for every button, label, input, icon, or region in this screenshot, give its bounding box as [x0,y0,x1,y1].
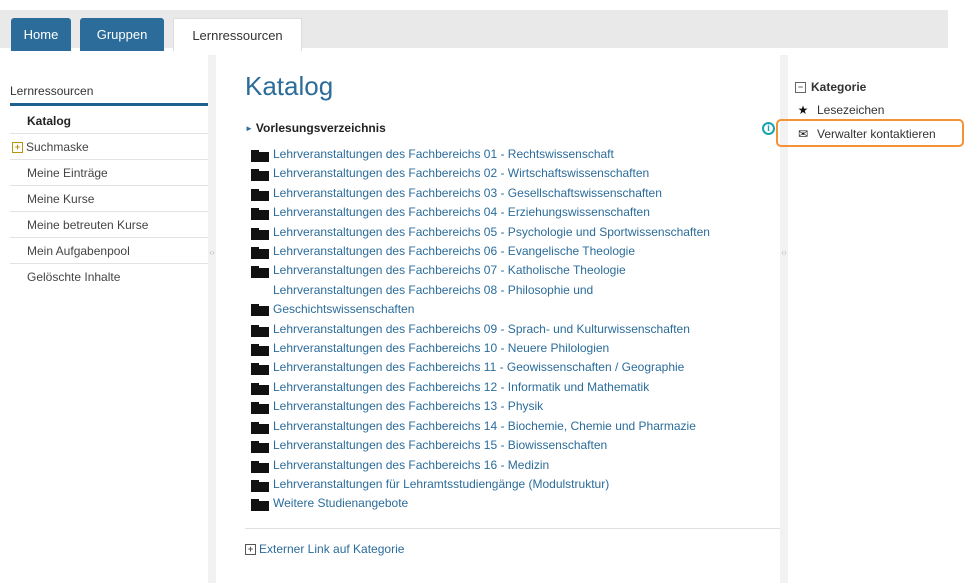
list-item-link[interactable]: Lehrveranstaltungen des Fachbereichs 01 … [273,147,614,161]
info-icon[interactable]: i [762,122,775,135]
folder-icon [251,266,269,279]
list-item-link[interactable]: Lehrveranstaltungen des Fachbereichs 10 … [273,341,609,355]
list-item[interactable]: Lehrveranstaltungen des Fachbereichs 07 … [248,261,778,280]
list-item[interactable]: Lehrveranstaltungen des Fachbereichs 05 … [248,223,778,242]
list-item[interactable]: Lehrveranstaltungen des Fachbereichs 04 … [248,203,778,222]
section-title: Vorlesungsverzeichnis [255,121,386,135]
sidebar-item-label: Meine betreuten Kurse [27,218,149,232]
page-title: Katalog [245,71,334,101]
list-item[interactable]: Lehrveranstaltungen für Lehramtsstudieng… [248,475,778,494]
category-label: Kategorie [811,80,867,94]
sidebar-item-aufgabenpool[interactable]: Mein Aufgabenpool [10,238,208,264]
folder-icon [251,382,269,395]
list-item-link[interactable]: Lehrveranstaltungen des Fachbereichs 03 … [273,186,662,200]
list-item[interactable]: Lehrveranstaltungen des Fachbereichs 03 … [248,184,778,203]
folder-icon [251,441,269,454]
list-item-link[interactable]: Lehrveranstaltungen des Fachbereichs 04 … [273,205,650,219]
list-item-link[interactable]: Lehrveranstaltungen des Fachbereichs 02 … [273,166,649,180]
folder-icon [251,150,269,162]
list-item[interactable]: Lehrveranstaltungen des Fachbereichs 12 … [248,378,778,397]
list-item-link[interactable]: Lehrveranstaltungen des Fachbereichs 07 … [273,263,626,277]
list-item[interactable]: Lehrveranstaltungen des Fachbereichs 01 … [248,145,778,164]
divider [245,528,780,529]
folder-icon [251,303,269,316]
grip-icon: ‹› [781,248,787,257]
sidebar-item-label: Suchmaske [26,140,89,154]
folder-icon [251,324,269,337]
folder-icon [251,188,269,201]
list-item[interactable]: Lehrveranstaltungen des Fachbereichs 14 … [248,417,778,436]
folder-icon [251,402,269,415]
expand-icon[interactable]: + [245,544,256,556]
section-header[interactable]: ► Vorlesungsverzeichnis [245,121,386,135]
list-item-link[interactable]: Lehrveranstaltungen des Fachbereichs 06 … [273,244,635,258]
list-item-link[interactable]: Lehrveranstaltungen des Fachbereichs 11 … [273,360,684,374]
list-item-link[interactable]: Lehrveranstaltungen des Fachbereichs 09 … [273,322,690,336]
list-item[interactable]: Lehrveranstaltungen des Fachbereichs 09 … [248,320,778,339]
folder-icon [251,460,269,473]
sidebar-item-meine-kurse[interactable]: Meine Kurse [10,186,208,212]
list-item[interactable]: Lehrveranstaltungen des Fachbereichs 13 … [248,397,778,416]
sidebar-item-geloeschte-inhalte[interactable]: Gelöschte Inhalte [10,264,208,290]
grip-icon: ‹› [209,248,215,257]
folder-icon [251,363,269,376]
folder-icon [251,499,269,512]
folder-icon [251,479,269,492]
list-item-link[interactable]: Lehrveranstaltungen des Fachbereichs 05 … [273,225,710,239]
bookmark-label: Lesezeichen [817,103,885,117]
list-item[interactable]: Weitere Studienangebote [248,494,778,513]
catalog-list: Lehrveranstaltungen des Fachbereichs 01 … [248,145,778,514]
list-item[interactable]: Lehrveranstaltungen des Fachbereichs 08 … [248,281,668,320]
star-icon: ★ [797,103,809,117]
list-item-link[interactable]: Lehrveranstaltungen des Fachbereichs 14 … [273,419,696,433]
folder-icon [251,344,269,357]
external-link-toggle[interactable]: + Externer Link auf Kategorie [245,542,404,556]
highlight-box [776,119,964,147]
expand-icon[interactable]: + [12,142,23,154]
list-item[interactable]: Lehrveranstaltungen des Fachbereichs 16 … [248,456,778,475]
top-tab-bar: Home Gruppen Lernressourcen [0,10,948,51]
folder-icon [251,247,269,260]
tab-lernressourcen[interactable]: Lernressourcen [173,18,302,51]
list-item[interactable]: Lehrveranstaltungen des Fachbereichs 02 … [248,164,778,183]
list-item-link[interactable]: Lehrveranstaltungen des Fachbereichs 15 … [273,438,607,452]
list-item-link[interactable]: Lehrveranstaltungen des Fachbereichs 13 … [273,399,543,413]
triangle-icon: ► [245,124,253,133]
sidebar-heading: Lernressourcen [10,80,208,106]
category-header[interactable]: − Kategorie [795,80,866,94]
sidebar-item-meine-eintraege[interactable]: Meine Einträge [10,160,208,186]
sidebar-item-katalog[interactable]: Katalog [10,108,208,134]
sidebar-item-label: Gelöschte Inhalte [27,270,121,284]
sidebar-item-label: Meine Kurse [27,192,95,206]
tab-gruppen[interactable]: Gruppen [80,18,164,51]
list-item[interactable]: Lehrveranstaltungen des Fachbereichs 15 … [248,436,778,455]
list-item-link[interactable]: Lehrveranstaltungen für Lehramtsstudieng… [273,477,609,491]
folder-icon [251,227,269,240]
list-item[interactable]: Lehrveranstaltungen des Fachbereichs 11 … [248,358,778,377]
sidebar-item-label: Katalog [27,114,72,128]
list-item-link[interactable]: Lehrveranstaltungen des Fachbereichs 16 … [273,458,549,472]
folder-icon [251,208,269,221]
sidebar-item-suchmaske[interactable]: + Suchmaske [10,134,208,160]
collapse-icon[interactable]: − [795,82,806,94]
list-item[interactable]: Lehrveranstaltungen des Fachbereichs 06 … [248,242,778,261]
sidebar-item-label: Meine Einträge [27,166,108,180]
folder-icon [251,421,269,434]
list-item[interactable]: Lehrveranstaltungen des Fachbereichs 10 … [248,339,778,358]
sidebar-item-label: Mein Aufgabenpool [27,244,130,258]
folder-icon [251,169,269,182]
sidebar-heading-label: Lernressourcen [10,84,94,98]
sidebar-item-betreute-kurse[interactable]: Meine betreuten Kurse [10,212,208,238]
bookmark-link[interactable]: ★ Lesezeichen [795,103,885,117]
sidebar-resize-handle[interactable]: ‹› [208,55,216,583]
list-item-link[interactable]: Lehrveranstaltungen des Fachbereichs 08 … [273,283,593,316]
list-item-link[interactable]: Weitere Studienangebote [273,496,408,510]
list-item-link[interactable]: Lehrveranstaltungen des Fachbereichs 12 … [273,380,649,394]
external-link-label: Externer Link auf Kategorie [259,542,405,556]
tab-home[interactable]: Home [11,18,71,51]
